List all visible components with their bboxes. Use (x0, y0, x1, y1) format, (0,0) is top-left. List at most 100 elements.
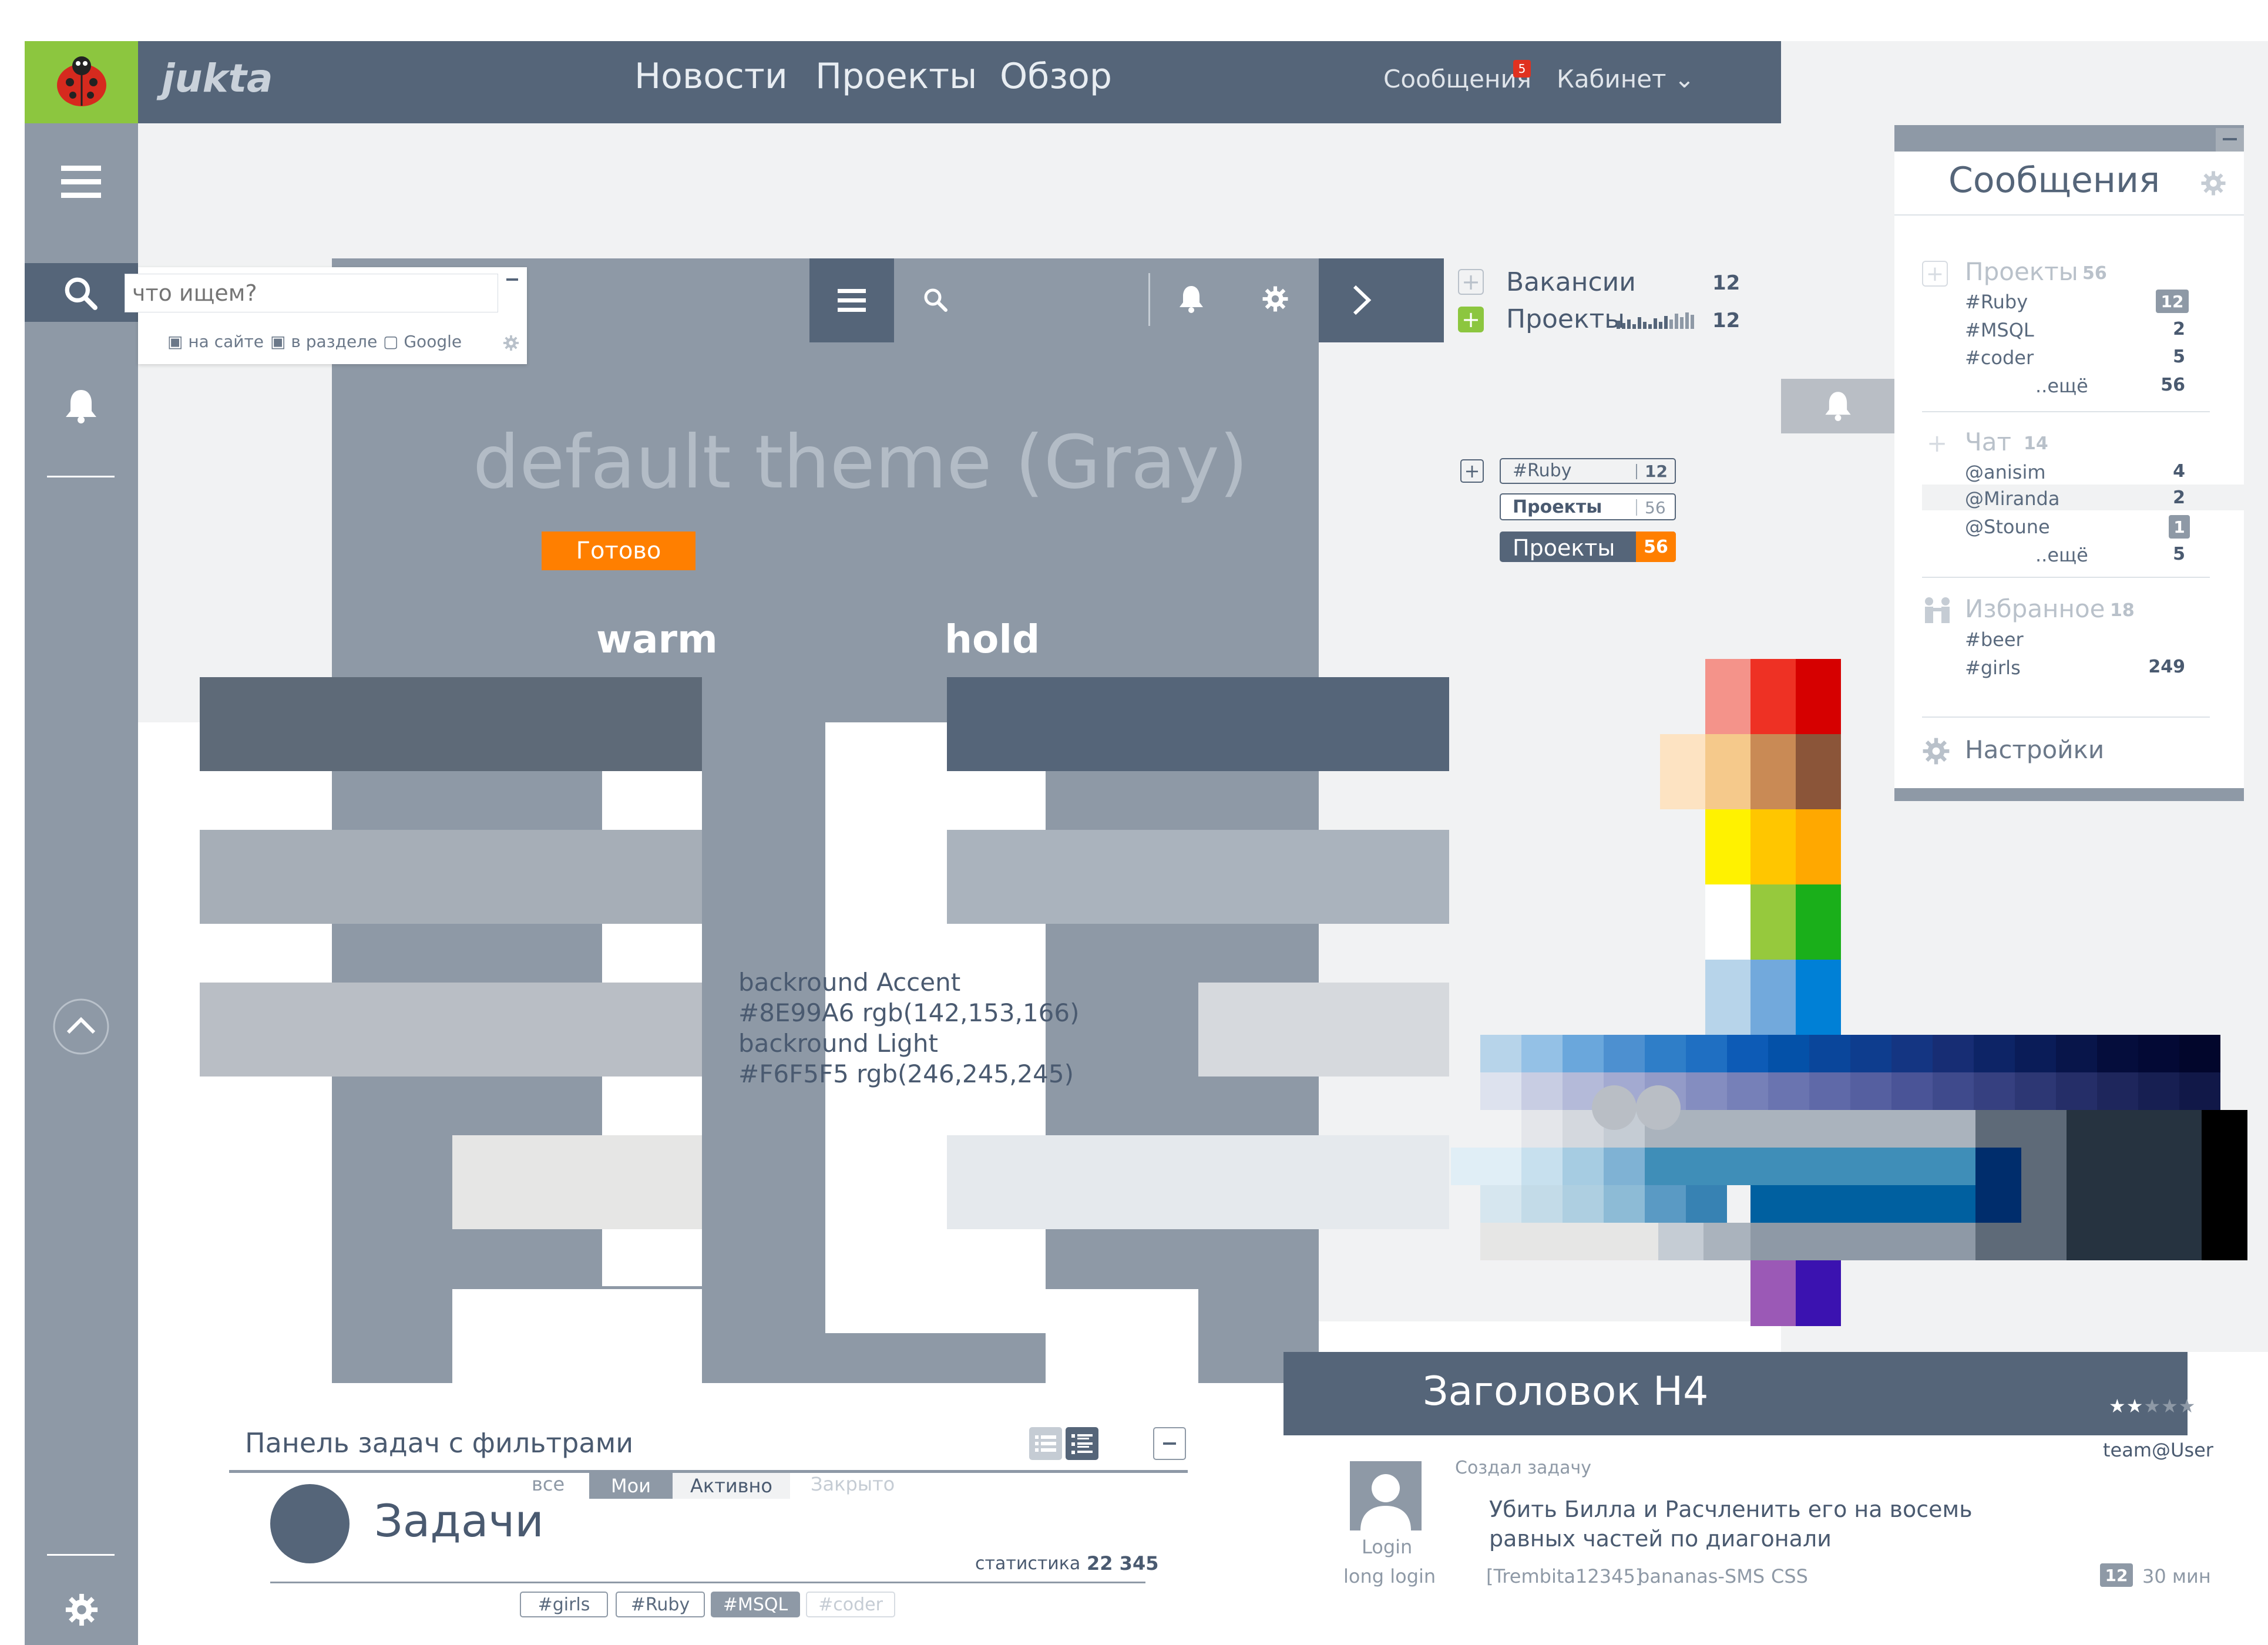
projects-add-icon[interactable]: + (1458, 307, 1484, 332)
palette-swatch (1705, 884, 1750, 960)
palette-handle-icon[interactable] (1592, 1085, 1637, 1130)
filter-active[interactable]: Активно (673, 1473, 790, 1499)
task-tag-coder[interactable]: #coder (806, 1592, 895, 1617)
user-avatar[interactable] (1350, 1461, 1422, 1530)
toolbar-search-icon[interactable] (922, 287, 948, 312)
filter-closed[interactable]: Закрыто (811, 1473, 895, 1495)
palette-swatch (1705, 659, 1750, 734)
tag-add-icon[interactable]: + (1460, 459, 1484, 483)
menu-icon[interactable] (58, 159, 105, 206)
nav-messages[interactable]: Сообщения (1383, 65, 1531, 93)
card-rating-stars[interactable]: ★★★★★ (2109, 1395, 2196, 1417)
card-long-login[interactable]: long login (1343, 1565, 1436, 1587)
mp-fav-header[interactable]: Избранное (1965, 594, 2105, 623)
search-input[interactable] (125, 274, 498, 312)
nav-news[interactable]: Новости (634, 56, 788, 97)
card-tag-bananas[interactable]: bananas-SMS (1638, 1565, 1765, 1587)
messages-panel-gear-icon[interactable] (2200, 170, 2226, 196)
hold-swatch-light (1198, 983, 1449, 1077)
palette-swatch (1750, 659, 1796, 734)
mp-settings-label[interactable]: Настройки (1965, 735, 2104, 764)
mp-project-item-ruby[interactable]: #Ruby (1965, 291, 2028, 313)
accent-info-line-3: backround Light (738, 1029, 938, 1058)
task-panel-minimize[interactable] (1153, 1427, 1186, 1460)
mp-projects-header[interactable]: Проекты (1965, 257, 2078, 286)
toolbar-menu-icon[interactable] (836, 285, 867, 315)
palette-swatch (1768, 1072, 1809, 1110)
palette-swatch (1750, 734, 1796, 809)
mp-fav-item-girls[interactable]: #girls (1965, 657, 2021, 679)
nav-overview[interactable]: Обзор (1000, 56, 1112, 97)
card-tag-trembita[interactable]: [Trembita12345] (1486, 1565, 1642, 1587)
search-settings-icon[interactable] (503, 335, 519, 351)
nav-cabinet[interactable]: Кабинет ⌄ (1557, 65, 1695, 93)
nav-projects[interactable]: Проекты (815, 56, 977, 97)
mp-project-item-msql-count: 2 (2173, 319, 2185, 339)
palette-swatch (2202, 1148, 2247, 1185)
done-button[interactable]: Готово (542, 531, 695, 570)
projects-sparkline (1617, 311, 1696, 329)
mp-project-item-coder[interactable]: #coder (1965, 347, 2034, 369)
vacancies-label[interactable]: Вакансии (1506, 267, 1636, 297)
mp-projects-add-icon[interactable]: + (1922, 261, 1948, 287)
task-tag-ruby[interactable]: #Ruby (616, 1592, 705, 1617)
search-icon[interactable] (62, 275, 99, 311)
toolbar-gear-icon[interactable] (1262, 285, 1289, 312)
card-tag-css[interactable]: CSS (1771, 1565, 1808, 1587)
tag-ruby-counter[interactable]: #Ruby 12 (1500, 458, 1676, 484)
card-action: Создал задачу (1455, 1458, 1592, 1478)
card-time: 30 мин (2142, 1565, 2211, 1587)
detail-view-icon[interactable] (1066, 1427, 1098, 1460)
projects-count: 12 (1712, 309, 1741, 332)
mp-fav-people-icon[interactable] (1921, 596, 1954, 623)
card-body[interactable]: Убить Билла и Расчленить его на восемь р… (1489, 1495, 1973, 1553)
card-login[interactable]: Login (1362, 1536, 1412, 1558)
scope-google[interactable]: ▢ Google (383, 332, 462, 351)
task-tag-msql[interactable]: #MSQL (711, 1592, 800, 1617)
settings-gear-icon[interactable] (65, 1593, 99, 1627)
scroll-up-icon[interactable] (52, 997, 110, 1056)
search-dropdown-close[interactable] (506, 278, 518, 281)
palette-swatch (1645, 1185, 1686, 1223)
sidebar-bell-icon[interactable] (63, 388, 99, 424)
toolbar-bell-icon[interactable] (1178, 284, 1205, 314)
card-comments-badge[interactable]: 12 (2100, 1563, 2133, 1587)
projects-pill[interactable]: Проекты 56 (1500, 531, 1676, 562)
tag-projects-counter[interactable]: Проекты 56 (1500, 493, 1676, 520)
mp-project-item-msql[interactable]: #MSQL (1965, 319, 2034, 341)
mp-chat-item-anisim[interactable]: @anisim (1965, 461, 2046, 483)
mp-divider-1 (1922, 411, 2210, 412)
filter-all[interactable]: все (532, 1473, 565, 1495)
palette-swatch (1451, 1148, 1521, 1185)
palette-swatch (2179, 1072, 2220, 1110)
mp-project-item-more[interactable]: ..ещё (2035, 375, 2088, 397)
mp-settings-gear-icon[interactable] (1922, 737, 1950, 765)
task-tag-girls[interactable]: #girls (520, 1592, 608, 1617)
palette-swatch (2021, 1148, 2067, 1185)
mp-chat-add-icon[interactable]: + (1927, 429, 1947, 457)
scope-on-site[interactable]: ▣ на сайте (167, 332, 264, 351)
mp-chat-item-miranda[interactable]: @Miranda (1965, 487, 2059, 510)
palette-swatch (2179, 1035, 2220, 1072)
card-author[interactable]: team@User (2103, 1439, 2213, 1461)
notification-bell-icon[interactable] (1823, 390, 1853, 422)
projects-label[interactable]: Проекты (1506, 304, 1625, 334)
chevron-right-icon[interactable] (1351, 284, 1372, 316)
list-view-icon[interactable] (1029, 1427, 1062, 1460)
app-logo-text[interactable]: jukta (162, 56, 273, 101)
palette-swatch (1750, 884, 1796, 960)
palette-swatch (1768, 1035, 1809, 1072)
palette-swatch (1686, 1185, 1727, 1223)
palette-swatch (1975, 1185, 2021, 1223)
ladybug-logo[interactable] (25, 41, 138, 123)
mp-chat-item-more[interactable]: ..ещё (2035, 544, 2088, 566)
vacancies-add-icon[interactable]: + (1458, 269, 1484, 295)
palette-handle-icon[interactable] (1636, 1085, 1681, 1130)
mp-chat-item-stoune[interactable]: @Stoune (1965, 516, 2050, 538)
sidebar-divider-bottom (47, 1554, 115, 1556)
scope-in-section[interactable]: ▣ в разделе (270, 332, 377, 351)
mp-fav-item-beer[interactable]: #beer (1965, 628, 2024, 651)
toolbar-next-button[interactable] (1319, 258, 1444, 342)
mp-chat-header[interactable]: Чат (1965, 428, 2011, 456)
filter-mine[interactable]: Мои (589, 1473, 673, 1499)
